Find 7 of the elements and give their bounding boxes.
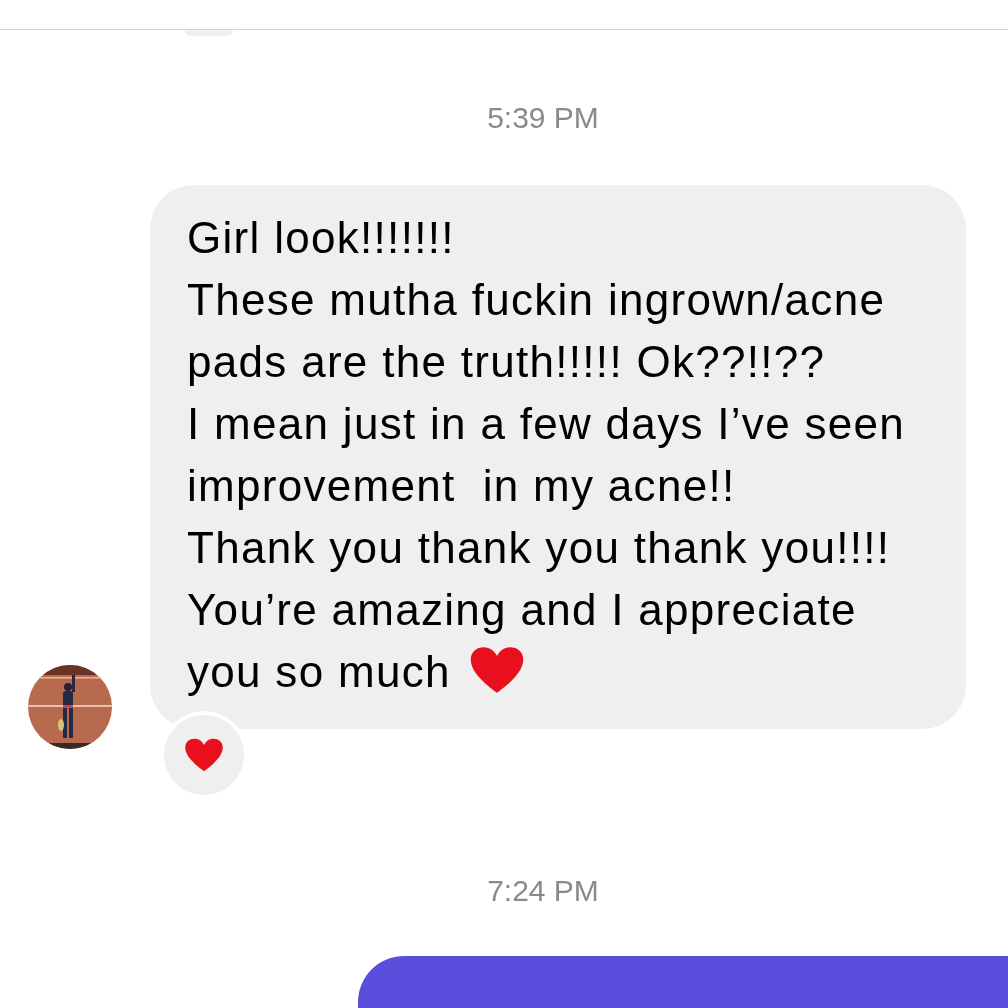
message-text: Girl look!!!!!!! (187, 212, 456, 264)
timestamp: 7:24 PM (486, 873, 599, 909)
timestamp: 5:39 PM (486, 100, 599, 136)
message-text: You’re amazing and I appreciate you so much (187, 584, 858, 698)
message-text: These mutha fuckin ingrown/acne pads are the truth!!!!! Ok??!!?? (187, 274, 887, 388)
message-text: Thank you thank you thank you!!!! (187, 522, 892, 574)
message-text: I mean just in a few days I’ve seen improvement in my acne!! (187, 398, 907, 512)
